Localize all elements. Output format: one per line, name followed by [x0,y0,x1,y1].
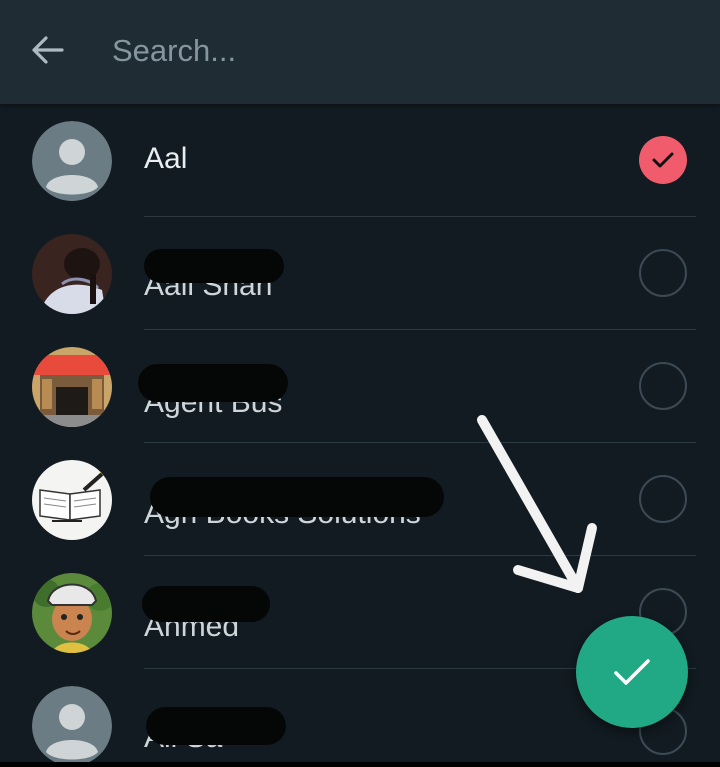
contact-name: Aal [144,142,188,175]
contact-row[interactable]: Agent Bus [0,330,720,443]
confirm-selection-button[interactable] [576,616,688,728]
contact-photo [32,347,112,427]
contact-row[interactable]: Aal [0,104,720,217]
contact-row[interactable]: Aali Shah [0,217,720,330]
unselected-checkbox[interactable] [639,475,687,523]
default-avatar-icon [32,686,112,766]
redaction-mark [138,364,288,402]
search-input[interactable] [112,26,672,76]
redaction-mark [142,586,270,622]
back-button[interactable] [28,30,68,70]
screen-bottom-edge [0,762,720,767]
check-icon [652,152,674,168]
unselected-checkbox[interactable] [639,362,687,410]
contact-photo [32,234,112,314]
contact-photo [32,460,112,540]
selected-checkbox[interactable] [639,136,687,184]
check-icon [614,659,650,685]
redaction-mark [144,249,284,283]
default-avatar-icon [32,121,112,201]
redaction-mark [146,707,286,745]
redaction-mark [150,477,444,517]
contact-row[interactable]: Agri Books Solutions [0,443,720,556]
unselected-checkbox[interactable] [639,249,687,297]
arrow-left-icon [32,36,64,64]
contact-photo [32,573,112,653]
search-header [0,0,720,104]
